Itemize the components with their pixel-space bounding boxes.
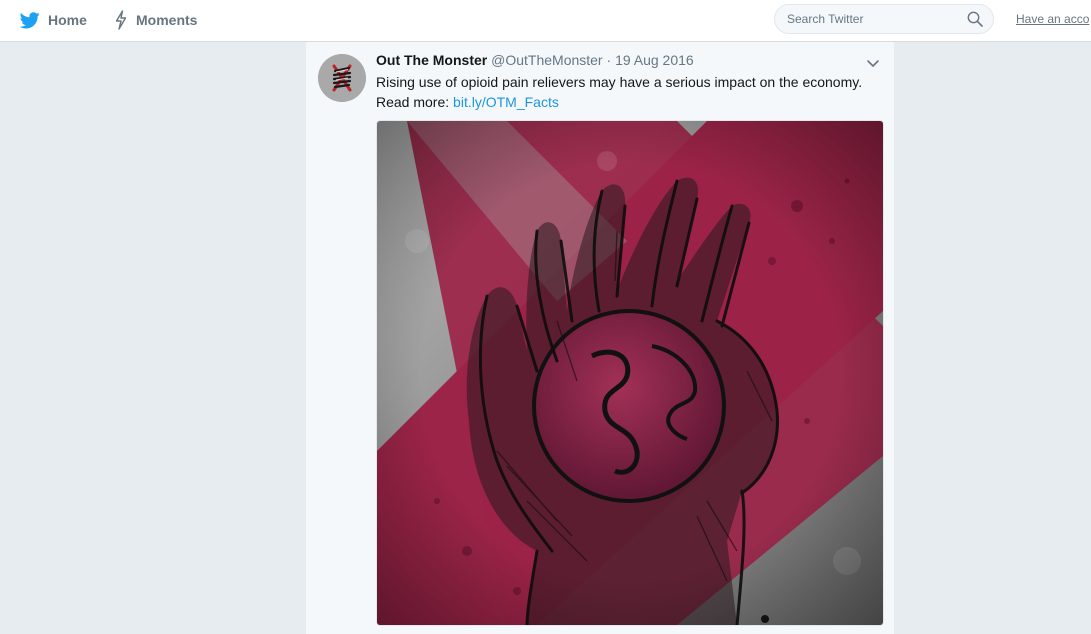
tweet-text: Rising use of opioid pain relievers may … [376,72,886,112]
nav-moments-label: Moments [136,12,198,28]
hand-holding-globe-illustration [377,121,883,625]
tweet-image[interactable] [376,120,884,626]
header-separator: · [606,52,612,68]
tweet-text-line: Rising use of opioid pain relievers may … [376,74,863,90]
nav-home[interactable]: Home [20,0,87,40]
author-name[interactable]: Out The Monster [376,52,487,68]
search-box [774,4,994,34]
tweet-header: Out The Monster @OutTheMonster · 19 Aug … [376,52,694,68]
have-account-link[interactable]: Have an acco [1016,12,1089,26]
twitter-bird-icon [20,11,40,29]
avatar[interactable] [318,54,366,102]
top-navigation-bar: Home Moments Have an acco [0,0,1091,42]
tweet[interactable]: Out The Monster @OutTheMonster · 19 Aug … [306,42,894,634]
read-more-label: Read more: [376,94,450,110]
search-input[interactable] [787,5,957,33]
lightning-icon [114,10,128,30]
search-icon[interactable] [967,11,983,32]
nav-home-label: Home [48,12,87,28]
author-handle[interactable]: @OutTheMonster [491,52,602,68]
tweet-link[interactable]: bit.ly/OTM_Facts [453,94,559,110]
nav-moments[interactable]: Moments [114,0,197,40]
tweet-date[interactable]: 19 Aug 2016 [615,52,694,68]
